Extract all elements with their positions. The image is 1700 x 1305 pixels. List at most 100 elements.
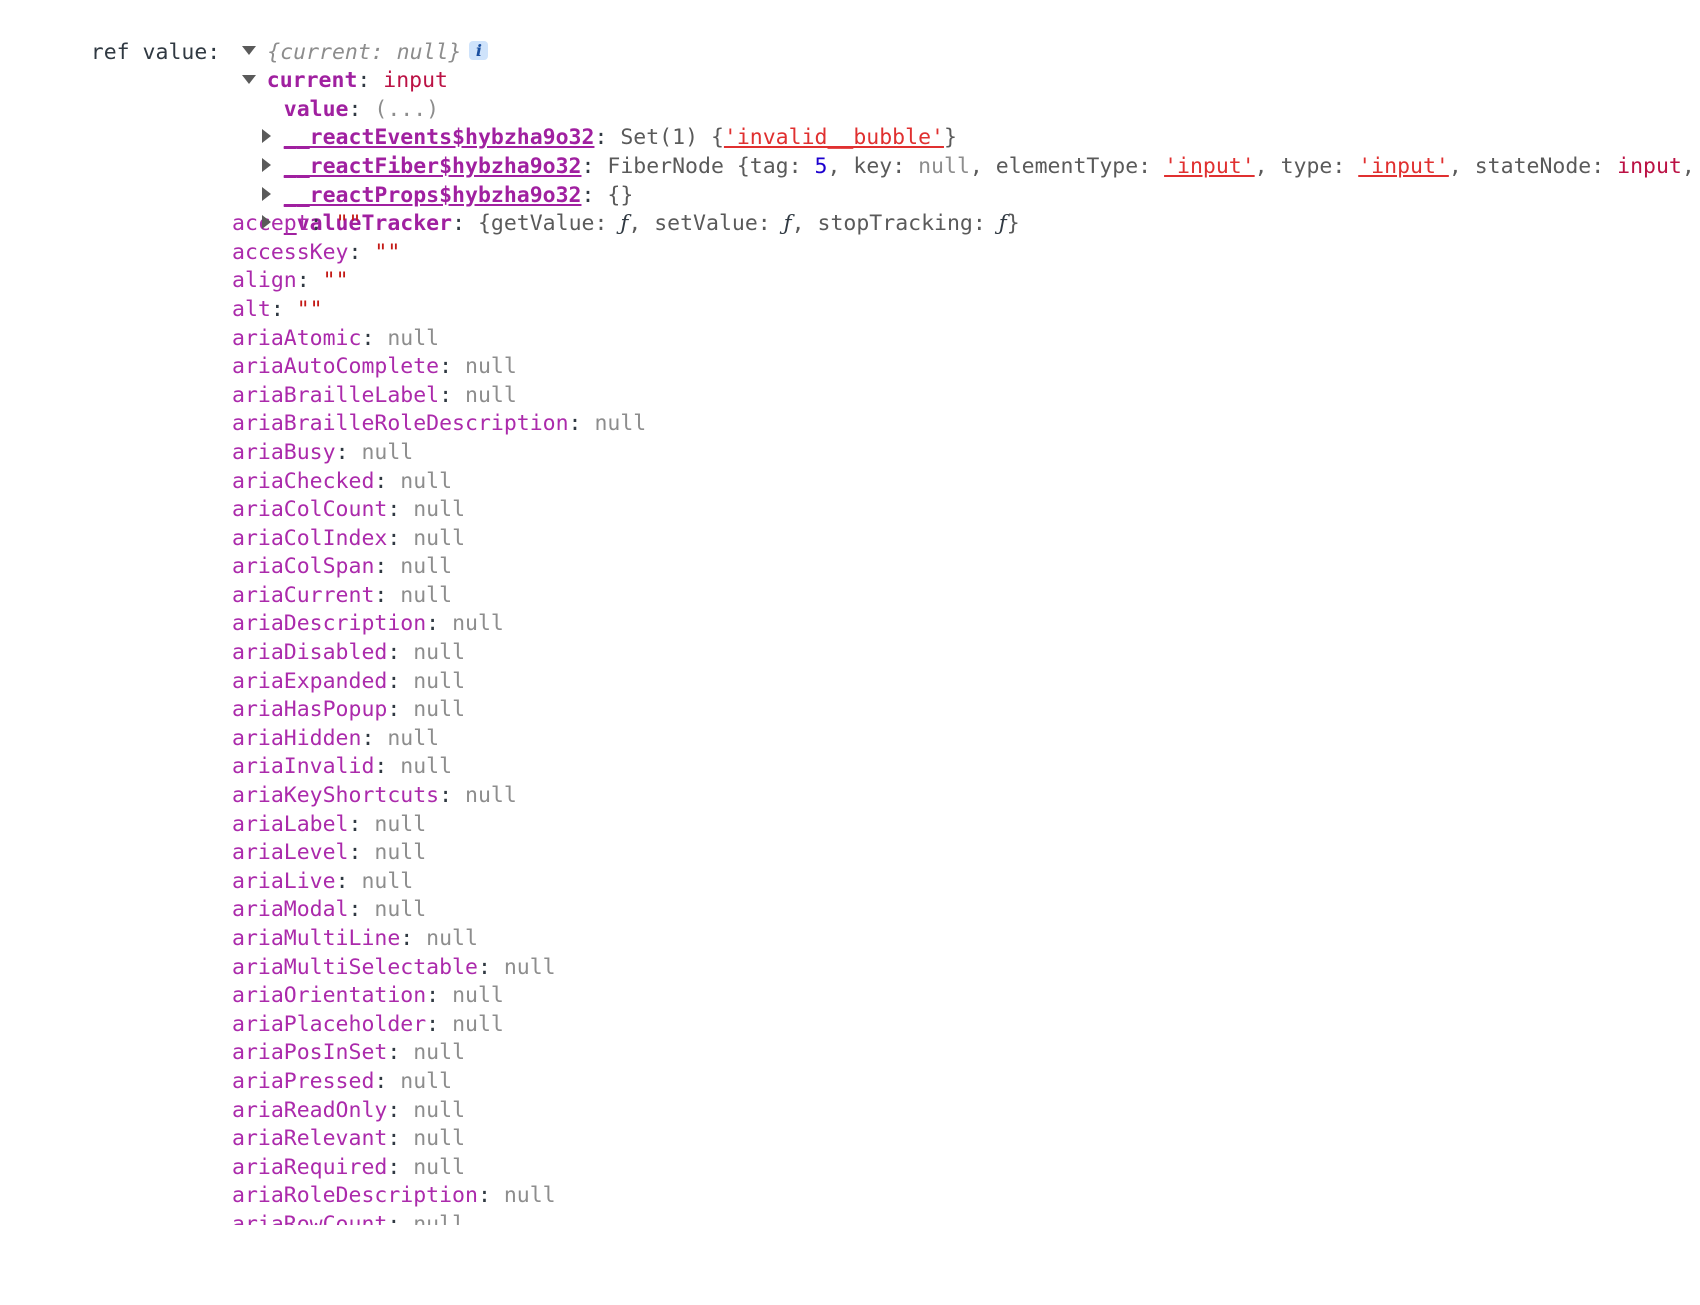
console-log-entry-root[interactable]: ref value: {current: null} i: [0, 10, 1700, 65]
property-row-ariahidden[interactable]: ariaHidden: null: [0, 725, 1700, 754]
property-key: ariaLive: [232, 868, 336, 894]
property-row-ariahaspopup[interactable]: ariaHasPopup: null: [0, 696, 1700, 725]
property-value: null: [374, 840, 427, 866]
property-value: null: [400, 754, 453, 780]
key-value-separator: :: [335, 439, 362, 465]
property-row-ariadescription[interactable]: ariaDescription: null: [0, 610, 1700, 639]
sep: :: [788, 153, 815, 179]
key-value-separator: :: [477, 1183, 504, 1209]
disclosure-triangle-collapsed[interactable]: [261, 157, 271, 172]
property-key: ariaReadOnly: [232, 1097, 388, 1123]
property-key: ariaInvalid: [232, 754, 375, 780]
property-row-arialive[interactable]: ariaLive: null: [0, 868, 1700, 897]
key-value-separator: :: [387, 525, 414, 551]
property-value: null: [400, 582, 453, 608]
property-row-ariabusy[interactable]: ariaBusy: null: [0, 439, 1700, 468]
key-value-separator: :: [439, 354, 465, 380]
property-value: null: [413, 1154, 466, 1180]
property-row-ariakeyshortcuts[interactable]: ariaKeyShortcuts: null: [0, 782, 1700, 811]
key-value-separator: :: [568, 411, 595, 437]
property-row-ariarequired[interactable]: ariaRequired: null: [0, 1154, 1700, 1183]
property-value: null: [413, 497, 466, 523]
property-key: ariaExpanded: [232, 668, 388, 694]
key-value-separator: :: [439, 783, 465, 809]
property-row-ariaorientation[interactable]: ariaOrientation: null: [0, 982, 1700, 1011]
property-row-ariaexpanded[interactable]: ariaExpanded: null: [0, 668, 1700, 697]
property-key: ariaBrailleRoleDescription: [232, 411, 569, 437]
property-key: ariaRowCount: [232, 1211, 388, 1225]
key-value-separator: :: [309, 211, 336, 237]
property-row-ariacolspan[interactable]: ariaColSpan: null: [0, 553, 1700, 582]
disclosure-triangle-expanded-root[interactable]: [242, 46, 257, 56]
disclosure-triangle-collapsed[interactable]: [261, 186, 271, 201]
property-row-accesskey[interactable]: accessKey: "": [0, 239, 1700, 268]
property-row-ariamultiline[interactable]: ariaMultiLine: null: [0, 925, 1700, 954]
property-row-alt[interactable]: alt: "": [0, 296, 1700, 325]
property-key: ariaCurrent: [232, 582, 375, 608]
disclosure-triangle-expanded-current[interactable]: [241, 74, 256, 84]
sep: ,: [628, 211, 655, 237]
property-value: null: [413, 1126, 466, 1152]
property-row-ariaautocomplete[interactable]: ariaAutoComplete: null: [0, 353, 1700, 382]
key-value-separator: :: [374, 582, 401, 608]
fiber-key-type: type: [1280, 153, 1333, 179]
property-row-ariarowcount[interactable]: ariaRowCount: null: [0, 1211, 1700, 1225]
info-icon[interactable]: i: [469, 41, 489, 61]
property-row-ariamodal[interactable]: ariaModal: null: [0, 896, 1700, 925]
property-row-ariacolcount[interactable]: ariaColCount: null: [0, 496, 1700, 525]
function-glyph: ƒ: [783, 211, 792, 237]
property-value-object: {}: [607, 182, 634, 208]
property-key: ariaBrailleLabel: [232, 382, 440, 408]
property-row-ariacurrent[interactable]: ariaCurrent: null: [0, 582, 1700, 611]
property-row-ariareadonly[interactable]: ariaReadOnly: null: [0, 1097, 1700, 1126]
property-key: ariaColIndex: [232, 525, 388, 551]
prototype-property-list: accept: "" accessKey: "" align: "" alt: "" a…: [0, 210, 1700, 1225]
function-glyph: ƒ: [998, 211, 1007, 237]
property-row-ariabrailleroledescription[interactable]: ariaBrailleRoleDescription: null: [0, 410, 1700, 439]
key-value-separator: :: [361, 725, 388, 751]
fiber-ellipsis: , …}: [1681, 153, 1695, 179]
property-row-ariachecked[interactable]: ariaChecked: null: [0, 468, 1700, 497]
root-object-preview: {current: null}: [267, 39, 462, 65]
property-row-ariaroledescription[interactable]: ariaRoleDescription: null: [0, 1182, 1700, 1211]
property-row-ariaposinset[interactable]: ariaPosInSet: null: [0, 1039, 1700, 1068]
key-value-separator: :: [374, 1068, 401, 1094]
property-key: ariaPosInSet: [232, 1040, 388, 1066]
property-key: ariaMultiLine: [232, 926, 401, 951]
property-row-ariarelevant[interactable]: ariaRelevant: null: [0, 1125, 1700, 1154]
log-label: ref value:: [90, 39, 221, 65]
disclosure-triangle-collapsed[interactable]: [261, 129, 271, 144]
property-key: align: [232, 268, 297, 294]
property-value-node[interactable]: input: [383, 68, 448, 93]
sep: ,: [1254, 153, 1281, 179]
property-row-align[interactable]: align: "": [0, 267, 1700, 296]
property-row-arialabel[interactable]: ariaLabel: null: [0, 811, 1700, 840]
property-value: "": [296, 296, 323, 322]
set-preview-suffix: }: [943, 125, 957, 151]
key-value-separator: :: [426, 983, 453, 1009]
property-value: null: [452, 1011, 504, 1037]
sep: :: [1138, 153, 1165, 179]
property-row-ariaplaceholder[interactable]: ariaPlaceholder: null: [0, 1011, 1700, 1040]
property-row-arialevel[interactable]: ariaLevel: null: [0, 839, 1700, 868]
property-row-ariainvalid[interactable]: ariaInvalid: null: [0, 753, 1700, 782]
property-value: null: [387, 725, 440, 751]
property-row-ariadisabled[interactable]: ariaDisabled: null: [0, 639, 1700, 668]
property-row-ariabraillelabel[interactable]: ariaBrailleLabel: null: [0, 382, 1700, 411]
property-row-ariapressed[interactable]: ariaPressed: null: [0, 1068, 1700, 1097]
property-row-ariaatomic[interactable]: ariaAtomic: null: [0, 325, 1700, 354]
property-key: ariaDisabled: [232, 640, 388, 666]
property-value: "": [335, 211, 362, 237]
property-value-getter[interactable]: (...): [374, 97, 439, 122]
disclosure-triangle-collapsed[interactable]: [261, 215, 271, 230]
key-value-separator: :: [387, 1126, 414, 1152]
key-value-separator: :: [387, 697, 414, 723]
property-value: null: [503, 954, 556, 980]
sep: :: [972, 211, 999, 237]
property-row-ariamultiselectable[interactable]: ariaMultiSelectable: null: [0, 954, 1700, 983]
tracker-close-brace: }: [1006, 211, 1020, 237]
key-value-separator: :: [374, 468, 401, 494]
property-value: null: [426, 926, 478, 951]
property-row-ariacolindex[interactable]: ariaColIndex: null: [0, 525, 1700, 554]
tracker-open-brace: {: [477, 211, 491, 237]
